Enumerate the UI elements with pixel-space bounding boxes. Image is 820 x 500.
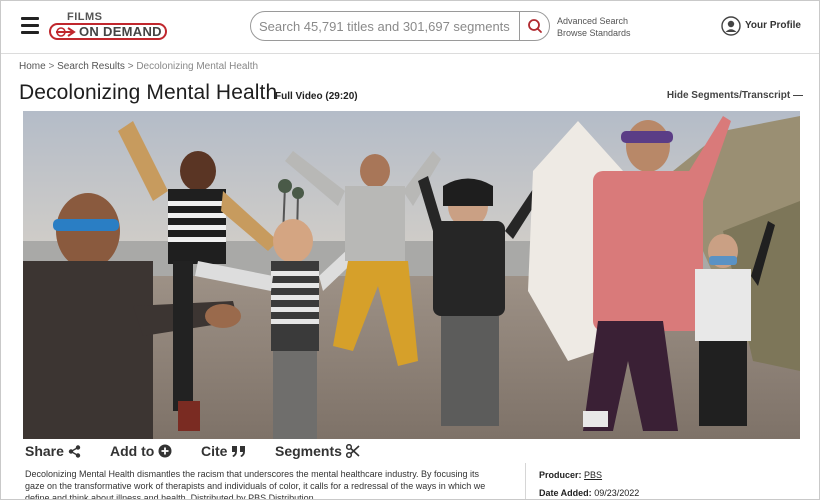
share-icon bbox=[68, 444, 81, 458]
share-button[interactable]: Share bbox=[25, 443, 81, 459]
video-duration: Full Video (29:20) bbox=[275, 91, 358, 102]
segments-button[interactable]: Segments bbox=[275, 443, 360, 459]
user-avatar-icon bbox=[721, 16, 741, 36]
top-bar: FILMS ON DEMAND Advanced Search bbox=[1, 1, 819, 54]
segments-label: Segments bbox=[275, 443, 342, 459]
page-frame: FILMS ON DEMAND Advanced Search bbox=[0, 0, 820, 500]
profile-label: Your Profile bbox=[745, 20, 801, 31]
page-title: Decolonizing Mental Health bbox=[19, 81, 278, 104]
video-frame-image bbox=[23, 111, 800, 439]
search-box bbox=[250, 11, 550, 41]
search-button[interactable] bbox=[519, 12, 549, 40]
date-added-label: Date Added: bbox=[539, 488, 592, 498]
title-row: Decolonizing Mental Health Full Video (2… bbox=[19, 81, 805, 107]
logo-arrow-icon bbox=[56, 27, 76, 37]
search-input[interactable] bbox=[259, 17, 511, 35]
breadcrumb-separator: > bbox=[48, 61, 55, 72]
logo-text-top: FILMS bbox=[67, 11, 103, 23]
date-added-row: Date Added: 09/23/2022 bbox=[539, 488, 639, 498]
breadcrumb: Home > Search Results > Decolonizing Men… bbox=[19, 61, 258, 72]
scissors-icon bbox=[345, 444, 360, 458]
search-icon bbox=[528, 19, 542, 33]
logo-badge: ON DEMAND bbox=[49, 23, 167, 40]
video-description: Decolonizing Mental Health dismantles th… bbox=[25, 469, 486, 500]
add-circle-icon bbox=[158, 444, 172, 458]
browse-standards-link[interactable]: Browse Standards bbox=[557, 27, 631, 39]
menu-icon[interactable] bbox=[21, 17, 39, 34]
producer-row: Producer: PBS bbox=[539, 470, 602, 480]
breadcrumb-search-results[interactable]: Search Results bbox=[57, 61, 125, 72]
producer-link[interactable]: PBS bbox=[584, 470, 602, 480]
breadcrumb-current: Decolonizing Mental Health bbox=[136, 61, 259, 72]
share-label: Share bbox=[25, 443, 64, 459]
breadcrumb-separator: > bbox=[127, 61, 134, 72]
advanced-search-link[interactable]: Advanced Search bbox=[557, 15, 631, 27]
breadcrumb-home[interactable]: Home bbox=[19, 61, 46, 72]
add-to-label: Add to bbox=[110, 443, 155, 459]
logo-text-bottom: ON DEMAND bbox=[79, 24, 162, 39]
producer-label: Producer: bbox=[539, 470, 582, 480]
quote-icon bbox=[232, 445, 246, 457]
search-links: Advanced Search Browse Standards bbox=[557, 15, 631, 39]
date-added-value: 09/23/2022 bbox=[594, 488, 640, 498]
films-on-demand-logo[interactable]: FILMS ON DEMAND bbox=[49, 11, 169, 43]
column-divider bbox=[525, 463, 526, 499]
cite-label: Cite bbox=[201, 443, 228, 459]
video-actions: Share Add to Cite Segments bbox=[25, 443, 425, 463]
cite-button[interactable]: Cite bbox=[201, 443, 247, 459]
video-player[interactable] bbox=[23, 111, 800, 439]
add-to-button[interactable]: Add to bbox=[110, 443, 172, 459]
hide-segments-toggle[interactable]: Hide Segments/Transcript — bbox=[667, 90, 803, 101]
